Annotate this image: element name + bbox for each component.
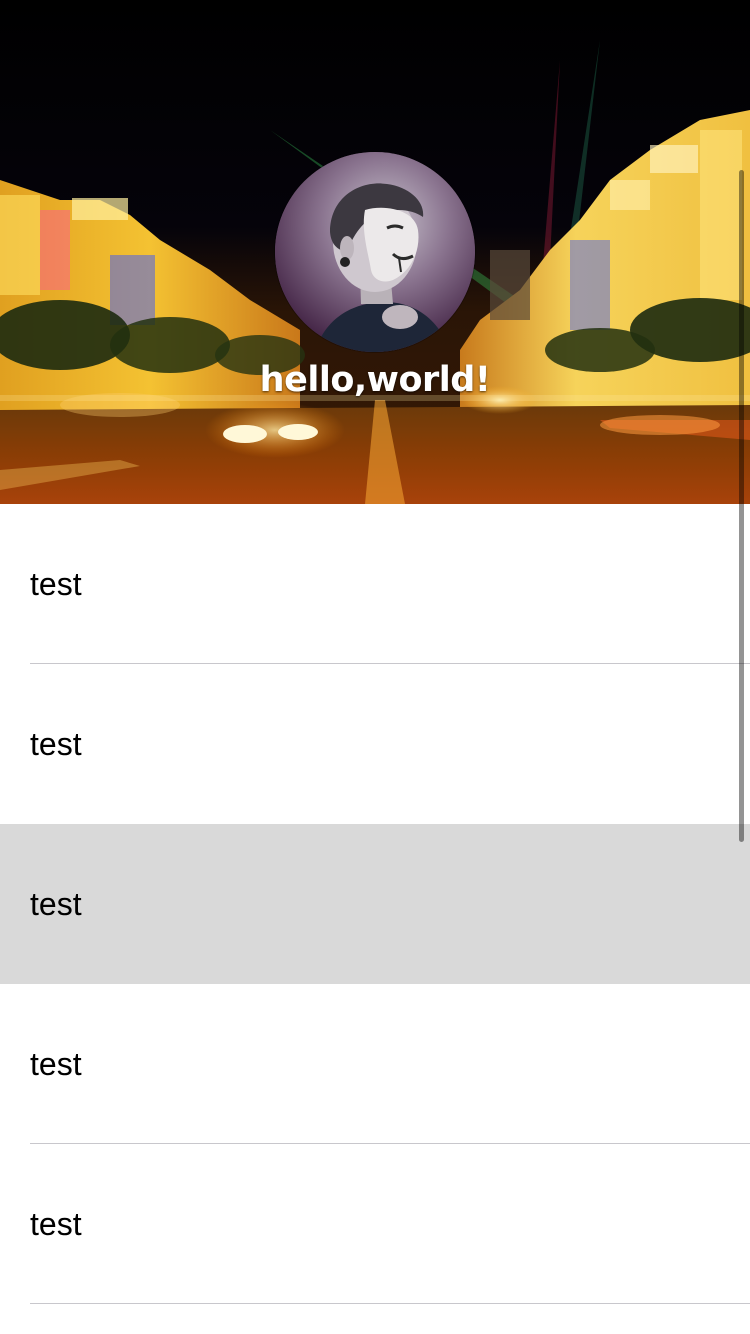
avatar[interactable] — [275, 152, 475, 352]
scrollbar[interactable] — [739, 170, 744, 842]
list-item[interactable]: test — [0, 984, 750, 1144]
list-item[interactable]: test — [0, 1144, 750, 1304]
profile-header: hello,world! — [0, 0, 750, 504]
list-item-label: test — [30, 1046, 82, 1082]
menu-list: test test test test test — [0, 504, 750, 1304]
username: hello,world! — [259, 360, 491, 400]
list-item[interactable]: test — [0, 664, 750, 824]
list-item[interactable]: test — [0, 824, 750, 984]
list-item[interactable]: test — [0, 504, 750, 664]
masked-person-avatar-image — [275, 152, 475, 352]
list-item-label: test — [30, 726, 82, 762]
list-item-label: test — [30, 1206, 82, 1242]
list-separator — [30, 1303, 750, 1304]
list-item-label: test — [30, 886, 82, 922]
list-item-label: test — [30, 566, 82, 602]
